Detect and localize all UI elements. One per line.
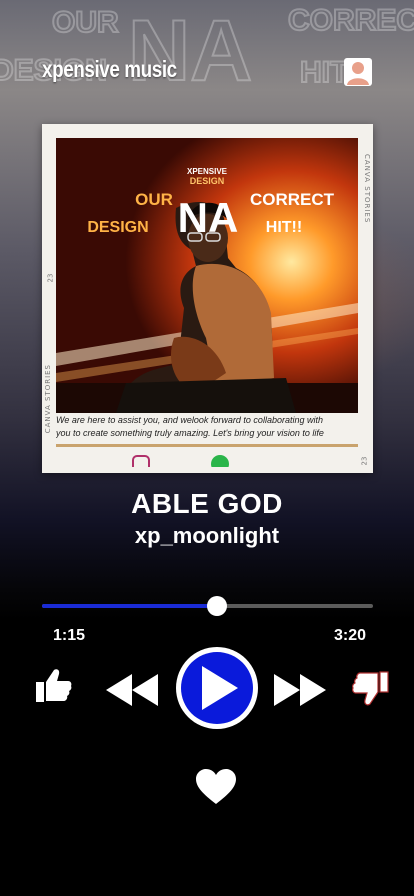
cover-blurb: We are here to assist you, and welook fo…	[56, 414, 358, 440]
cover-logo-bottom: DESIGN	[190, 176, 225, 186]
cover-blurb-line-1: We are here to assist you, and welook fo…	[56, 415, 323, 425]
fast-forward-button[interactable]	[272, 670, 328, 710]
progress-slider[interactable]	[42, 596, 373, 616]
thumbs-up-icon	[36, 669, 72, 702]
brand-title: xpensive music	[42, 56, 177, 82]
progress-fill	[42, 604, 218, 608]
cover-headline-design: DESIGN	[87, 219, 148, 236]
background-word-correct: CORRECT	[288, 4, 414, 37]
cover-headline-hit: HIT!!	[266, 219, 302, 236]
elapsed-time: 1:15	[53, 627, 86, 644]
play-icon	[176, 647, 258, 729]
instagram-icon	[132, 455, 150, 467]
play-button[interactable]	[174, 644, 260, 732]
song-title: ABLE GOD	[131, 488, 283, 519]
cover-blurb-line-2: you to create something truly amazing. L…	[56, 428, 324, 438]
cover-headline-correct: CORRECT	[250, 190, 335, 209]
album-art-illustration: XPENSIVE DESIGN OUR DESIGN NA CORRECT HI…	[56, 138, 358, 413]
cover-logo-top: XPENSIVE	[187, 167, 228, 176]
favorite-button[interactable]	[195, 768, 237, 806]
user-icon	[344, 58, 372, 86]
total-duration: 3:20	[334, 627, 367, 644]
heart-icon	[196, 769, 236, 804]
song-artist: xp_moonlight	[134, 523, 280, 548]
cover-headline-na: NA	[178, 194, 239, 241]
cover-side-text-right: CANVA STORIES	[363, 154, 371, 224]
whatsapp-icon	[211, 455, 229, 467]
cover-page-marker-right: 23	[360, 456, 369, 466]
background-word-our: OUR	[52, 6, 119, 39]
rewind-button[interactable]	[104, 670, 160, 710]
thumbs-down-icon	[352, 671, 389, 706]
fast-forward-icon	[274, 674, 326, 706]
profile-button[interactable]	[342, 56, 374, 88]
cover-headline-our: OUR	[135, 190, 173, 209]
cover-page-marker-left: 23	[46, 273, 55, 283]
cover-accent-bar	[56, 444, 358, 447]
rewind-icon	[106, 674, 158, 706]
app-header: xpensive music	[0, 50, 414, 90]
dislike-button[interactable]	[350, 668, 390, 708]
album-art: XPENSIVE DESIGN OUR DESIGN NA CORRECT HI…	[56, 138, 358, 413]
album-cover: XPENSIVE DESIGN OUR DESIGN NA CORRECT HI…	[42, 124, 373, 473]
cover-side-text-left: CANVA STORIES	[44, 364, 52, 434]
like-button[interactable]	[34, 666, 74, 706]
